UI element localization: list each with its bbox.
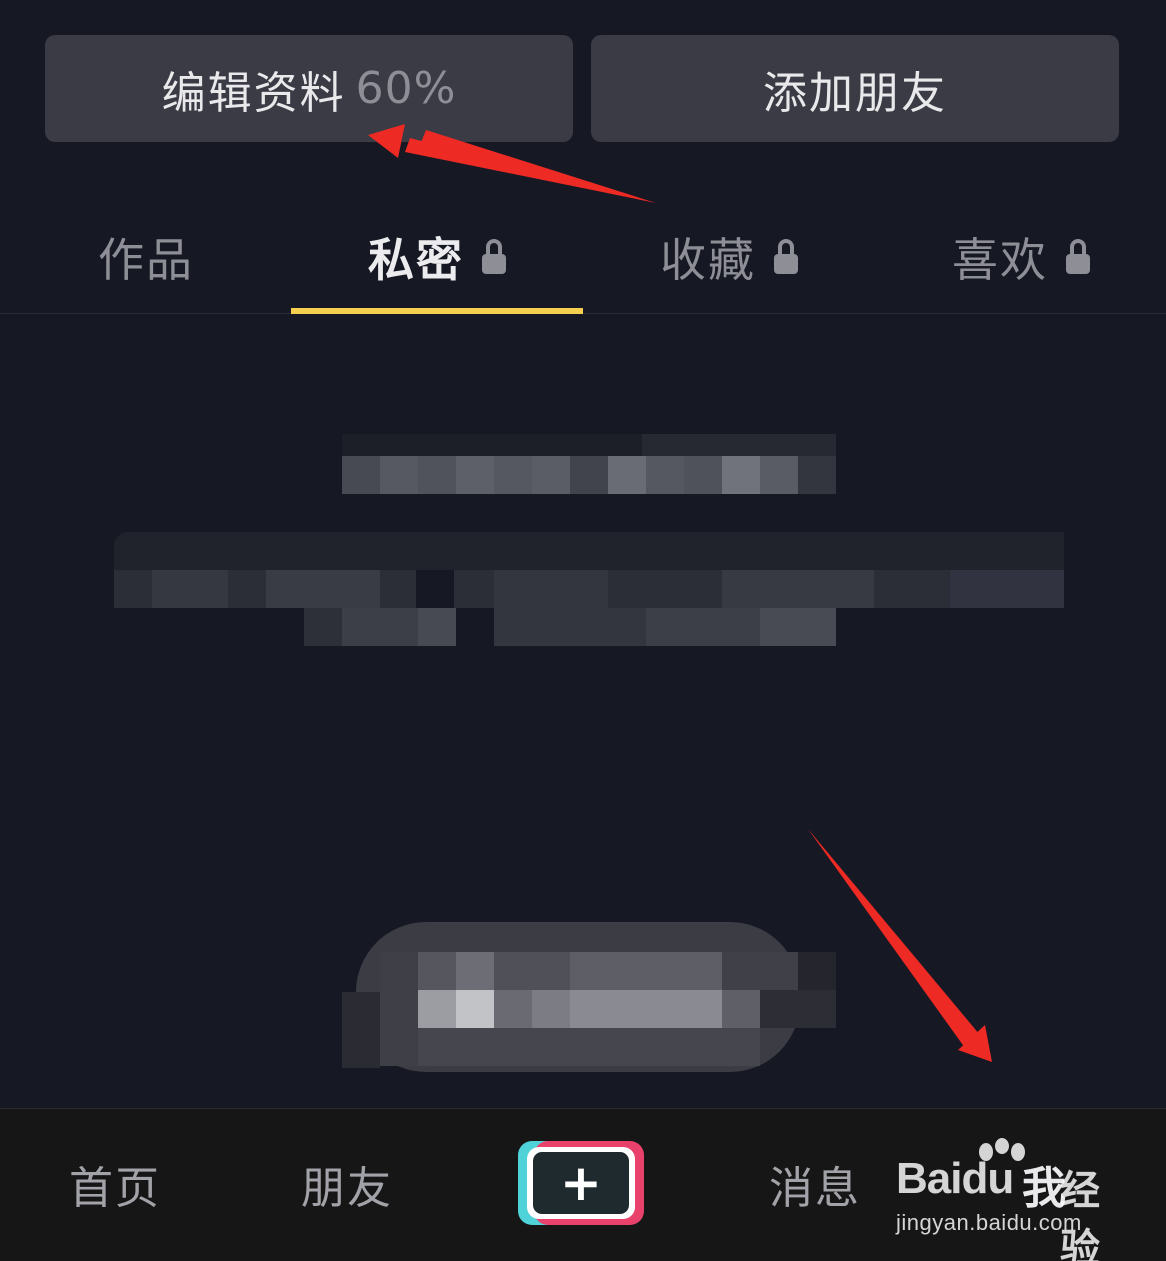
- profile-screen: 编辑资料 60% 添加朋友 作品 私密 收藏 喜欢 首页 朋友 + 消息 我 B…: [0, 0, 1166, 1261]
- arrow-to-me-tab: [808, 829, 992, 1062]
- watermark-url: jingyan.baidu.com: [896, 1210, 1082, 1235]
- create-post-button[interactable]: +: [518, 1141, 644, 1225]
- plus-icon: +: [533, 1152, 629, 1214]
- arrow-to-edit-profile: [368, 124, 656, 203]
- watermark-brand-bai: Bai: [896, 1154, 962, 1203]
- watermark-brand-du: du: [961, 1154, 1014, 1203]
- baidu-jingyan-watermark: Baidu 经验 jingyan.baidu.com: [892, 1138, 1132, 1261]
- nav-friends[interactable]: 朋友: [272, 1149, 422, 1219]
- create-button-core: +: [527, 1147, 635, 1219]
- nav-home[interactable]: 首页: [40, 1149, 190, 1219]
- nav-messages[interactable]: 消息: [740, 1149, 890, 1219]
- annotation-arrows: [368, 124, 992, 1062]
- watermark-brand: Baidu: [896, 1154, 1014, 1204]
